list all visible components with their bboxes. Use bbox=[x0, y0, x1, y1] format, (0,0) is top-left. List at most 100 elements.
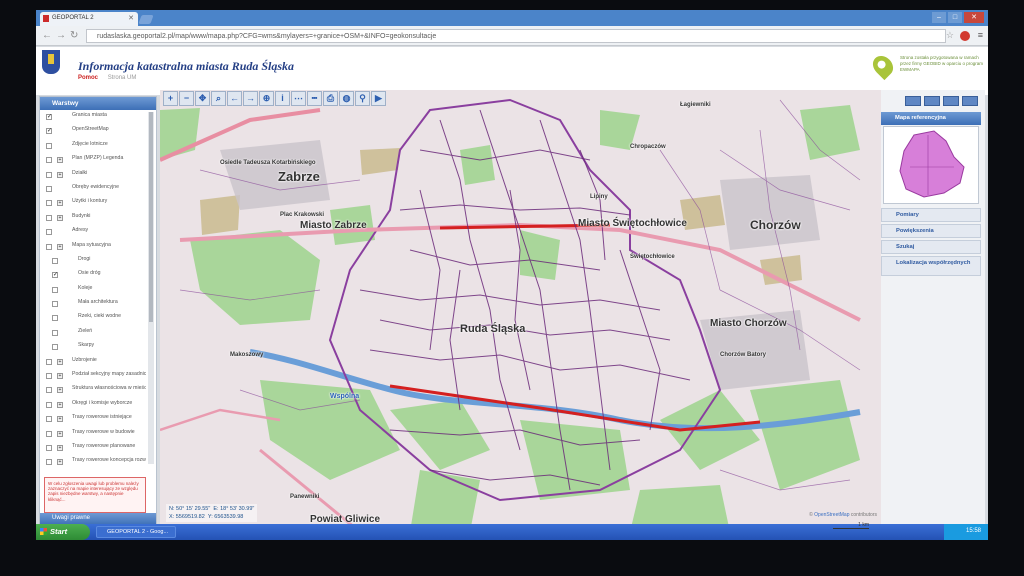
map-view[interactable]: + − ✥ ⌕ ← → ⊕ i ⋯ ┅ ⎙ ◍ ⚲ ▶ Zabrze Miasto… bbox=[160, 90, 881, 532]
layer-item[interactable]: Rzeki, cieki wodne bbox=[40, 313, 146, 327]
select-icon[interactable]: ⊕ bbox=[259, 91, 274, 106]
reference-map-heading[interactable]: Mapa referencyjna bbox=[881, 112, 981, 125]
layout-split-icon[interactable] bbox=[924, 96, 940, 106]
layers-panel-heading[interactable]: Warstwy bbox=[40, 97, 156, 110]
layer-checkbox[interactable] bbox=[52, 344, 58, 351]
layer-item[interactable]: Zieleń bbox=[40, 328, 146, 342]
layer-checkbox[interactable] bbox=[52, 286, 58, 293]
expand-icon[interactable]: + bbox=[57, 416, 63, 423]
extension-icon[interactable] bbox=[960, 31, 970, 41]
layer-checkbox[interactable] bbox=[46, 444, 52, 451]
layer-item[interactable]: Adresy bbox=[40, 227, 146, 241]
layer-item[interactable]: + Podział sekcyjny mapy zasadniczej bbox=[40, 371, 146, 385]
close-window-button[interactable]: ✕ bbox=[964, 12, 984, 23]
layer-checkbox[interactable] bbox=[46, 243, 52, 250]
zoom-extent-icon[interactable]: ⌕ bbox=[211, 91, 226, 106]
layer-item[interactable]: + Okręgi i komisje wyborcze bbox=[40, 400, 146, 414]
layer-checkbox[interactable] bbox=[46, 430, 52, 437]
map-canvas[interactable] bbox=[160, 90, 881, 532]
zoom-out-icon[interactable]: − bbox=[179, 91, 194, 106]
section-search[interactable]: Szukaj bbox=[881, 240, 981, 254]
layer-item[interactable]: ✓ Granica miasta bbox=[40, 112, 146, 126]
reload-icon[interactable]: ↻ bbox=[70, 30, 78, 41]
layer-item[interactable]: Drogi bbox=[40, 256, 146, 270]
layer-checkbox[interactable] bbox=[46, 416, 52, 423]
expand-icon[interactable]: + bbox=[57, 459, 63, 466]
globe-icon[interactable]: ◍ bbox=[339, 91, 354, 106]
layer-item[interactable]: + Użytki i kontury bbox=[40, 198, 146, 212]
previous-view-icon[interactable]: ← bbox=[227, 91, 242, 106]
section-measurements[interactable]: Pomiary bbox=[881, 208, 981, 222]
close-tab-icon[interactable]: ✕ bbox=[128, 14, 134, 22]
zoom-in-icon[interactable]: + bbox=[163, 91, 178, 106]
section-zoom[interactable]: Powiększenia bbox=[881, 224, 981, 238]
link-icon[interactable]: ⚲ bbox=[355, 91, 370, 106]
layer-item[interactable]: Obręby ewidencyjne bbox=[40, 184, 146, 198]
layer-checkbox[interactable] bbox=[46, 459, 52, 466]
layer-item[interactable]: + Działki bbox=[40, 170, 146, 184]
info-icon[interactable]: i bbox=[275, 91, 290, 106]
start-button[interactable]: Start bbox=[36, 524, 90, 540]
taskbar-browser-item[interactable]: GEOPORTAL 2 - Goog... bbox=[96, 526, 176, 538]
layer-checkbox[interactable] bbox=[46, 185, 52, 192]
expand-icon[interactable]: + bbox=[57, 171, 63, 178]
layer-checkbox[interactable] bbox=[46, 358, 52, 365]
layer-checkbox[interactable] bbox=[46, 401, 52, 408]
section-locate-coordinates[interactable]: Lokalizacja współrzędnych bbox=[881, 256, 981, 276]
new-tab-button[interactable] bbox=[138, 15, 154, 24]
layer-checkbox[interactable]: ✓ bbox=[46, 114, 52, 120]
expand-icon[interactable]: + bbox=[57, 387, 63, 394]
video-icon[interactable]: ▶ bbox=[371, 91, 386, 106]
layer-checkbox[interactable] bbox=[46, 157, 52, 164]
layer-checkbox[interactable] bbox=[46, 387, 52, 394]
expand-icon[interactable]: + bbox=[57, 200, 63, 207]
layer-item[interactable]: + Plan (MPZP) Legenda bbox=[40, 155, 146, 169]
expand-icon[interactable]: + bbox=[57, 401, 63, 408]
expand-icon[interactable]: + bbox=[57, 430, 63, 437]
expand-icon[interactable]: + bbox=[57, 358, 63, 365]
layer-item[interactable]: Skarpy bbox=[40, 342, 146, 356]
minimize-button[interactable]: – bbox=[932, 12, 946, 23]
layer-checkbox[interactable] bbox=[52, 315, 58, 322]
layer-checkbox[interactable] bbox=[46, 171, 52, 178]
layer-checkbox[interactable] bbox=[46, 200, 52, 207]
layer-item[interactable]: + Budynki bbox=[40, 213, 146, 227]
pan-icon[interactable]: ✥ bbox=[195, 91, 210, 106]
url-input[interactable]: rudaslaska.geoportal2.pl/map/www/mapa.ph… bbox=[86, 29, 946, 43]
browser-tab[interactable]: GEOPORTAL 2 ✕ bbox=[40, 12, 138, 26]
osm-link[interactable]: OpenStreetMap bbox=[814, 512, 849, 518]
layer-item[interactable]: + Trasy rowerowe w budowie bbox=[40, 429, 146, 443]
layout-right-icon[interactable] bbox=[962, 96, 978, 106]
layout-full-icon[interactable] bbox=[905, 96, 921, 106]
layout-left-icon[interactable] bbox=[943, 96, 959, 106]
layer-item[interactable]: + Trasy rowerowe istniejące bbox=[40, 414, 146, 428]
layer-checkbox[interactable] bbox=[52, 257, 58, 264]
measure-icon[interactable]: ⋯ bbox=[291, 91, 306, 106]
layer-item[interactable]: Zdjęcie lotnicze bbox=[40, 141, 146, 155]
layer-item[interactable]: + Uzbrojenie bbox=[40, 357, 146, 371]
bookmark-star-icon[interactable]: ☆ bbox=[946, 30, 954, 41]
layer-checkbox[interactable] bbox=[46, 214, 52, 221]
reference-map[interactable] bbox=[883, 126, 979, 204]
layer-item[interactable]: + Trasy rowerowe planowane bbox=[40, 443, 146, 457]
layer-item[interactable]: Koleje bbox=[40, 285, 146, 299]
layer-item[interactable]: ✓ Osie dróg bbox=[40, 270, 146, 284]
expand-icon[interactable]: + bbox=[57, 444, 63, 451]
city-site-link[interactable]: Strona UM bbox=[108, 75, 137, 81]
expand-icon[interactable]: + bbox=[57, 214, 63, 221]
layer-item[interactable]: ✓ OpenStreetMap bbox=[40, 126, 146, 140]
expand-icon[interactable]: + bbox=[57, 373, 63, 380]
next-view-icon[interactable]: → bbox=[243, 91, 258, 106]
layer-checkbox[interactable] bbox=[46, 229, 52, 236]
back-icon[interactable]: ← bbox=[42, 30, 52, 41]
layer-checkbox[interactable]: ✓ bbox=[46, 128, 52, 135]
layer-checkbox[interactable] bbox=[52, 329, 58, 336]
expand-icon[interactable]: + bbox=[57, 157, 63, 164]
forward-icon[interactable]: → bbox=[56, 30, 66, 41]
scrollbar-thumb[interactable] bbox=[149, 112, 153, 322]
help-link[interactable]: Pomoc bbox=[78, 75, 98, 81]
ruler-icon[interactable]: ┅ bbox=[307, 91, 322, 106]
layer-checkbox[interactable] bbox=[46, 142, 52, 149]
layer-item[interactable]: + Struktura własnościowa w mieście bbox=[40, 385, 146, 399]
layer-checkbox[interactable]: ✓ bbox=[52, 272, 58, 279]
